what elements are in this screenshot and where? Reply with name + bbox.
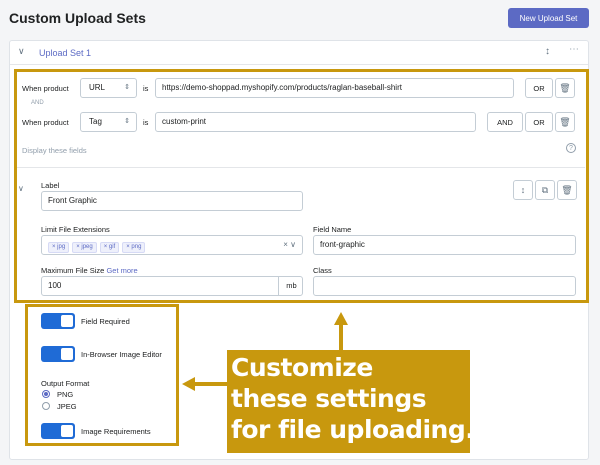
- arrow-up-head: [334, 312, 348, 325]
- callout-line: for file uploading.: [231, 415, 475, 444]
- callout-box: Customize these settings for file upload…: [227, 350, 475, 453]
- callout-line: Customize: [231, 353, 373, 382]
- arrow-up-shaft: [339, 324, 343, 351]
- callout-line: these settings: [231, 384, 427, 413]
- arrow-left-shaft: [194, 382, 228, 386]
- arrow-left-head: [182, 377, 195, 391]
- page: Custom Upload Sets New Upload Set ∨ Uplo…: [0, 0, 600, 465]
- callout-text: Customize these settings for file upload…: [231, 352, 475, 445]
